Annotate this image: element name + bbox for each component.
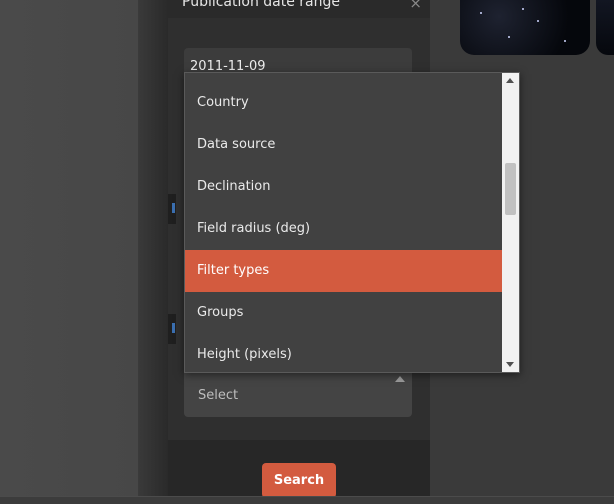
dropdown-option[interactable]: Country xyxy=(185,82,503,124)
panel-header: Publication date range × xyxy=(168,0,430,18)
search-button[interactable]: Search xyxy=(262,463,336,498)
dropdown-option-highlighted[interactable]: Filter types xyxy=(185,250,503,292)
close-icon[interactable]: × xyxy=(409,0,422,12)
collapsed-section-marker xyxy=(168,314,176,344)
scroll-down-arrow-icon[interactable] xyxy=(506,362,514,367)
scroll-up-arrow-icon[interactable] xyxy=(506,78,514,83)
page-background-left xyxy=(0,0,138,503)
select-placeholder: Select xyxy=(198,388,239,403)
dropdown-option[interactable]: Groups xyxy=(185,292,503,334)
image-thumbnail[interactable] xyxy=(460,0,590,55)
dropdown-scrollbar[interactable] xyxy=(502,73,519,372)
chevron-up-icon xyxy=(395,376,405,382)
dropdown-list: Country Data source Declination Field ra… xyxy=(185,82,503,372)
dropdown-option[interactable]: Data source xyxy=(185,124,503,166)
panel-title: Publication date range xyxy=(182,0,341,10)
select-field[interactable]: Select xyxy=(184,372,412,417)
collapsed-section-marker xyxy=(168,194,176,224)
dropdown-option[interactable]: Declination xyxy=(185,166,503,208)
dropdown-option[interactable]: Height (pixels) xyxy=(185,334,503,372)
scrollbar-thumb[interactable] xyxy=(505,163,516,215)
panel-shadow xyxy=(138,0,168,503)
field-dropdown: Country Data source Declination Field ra… xyxy=(184,72,520,373)
dropdown-option[interactable]: Field radius (deg) xyxy=(185,208,503,250)
image-thumbnail[interactable] xyxy=(596,0,614,55)
